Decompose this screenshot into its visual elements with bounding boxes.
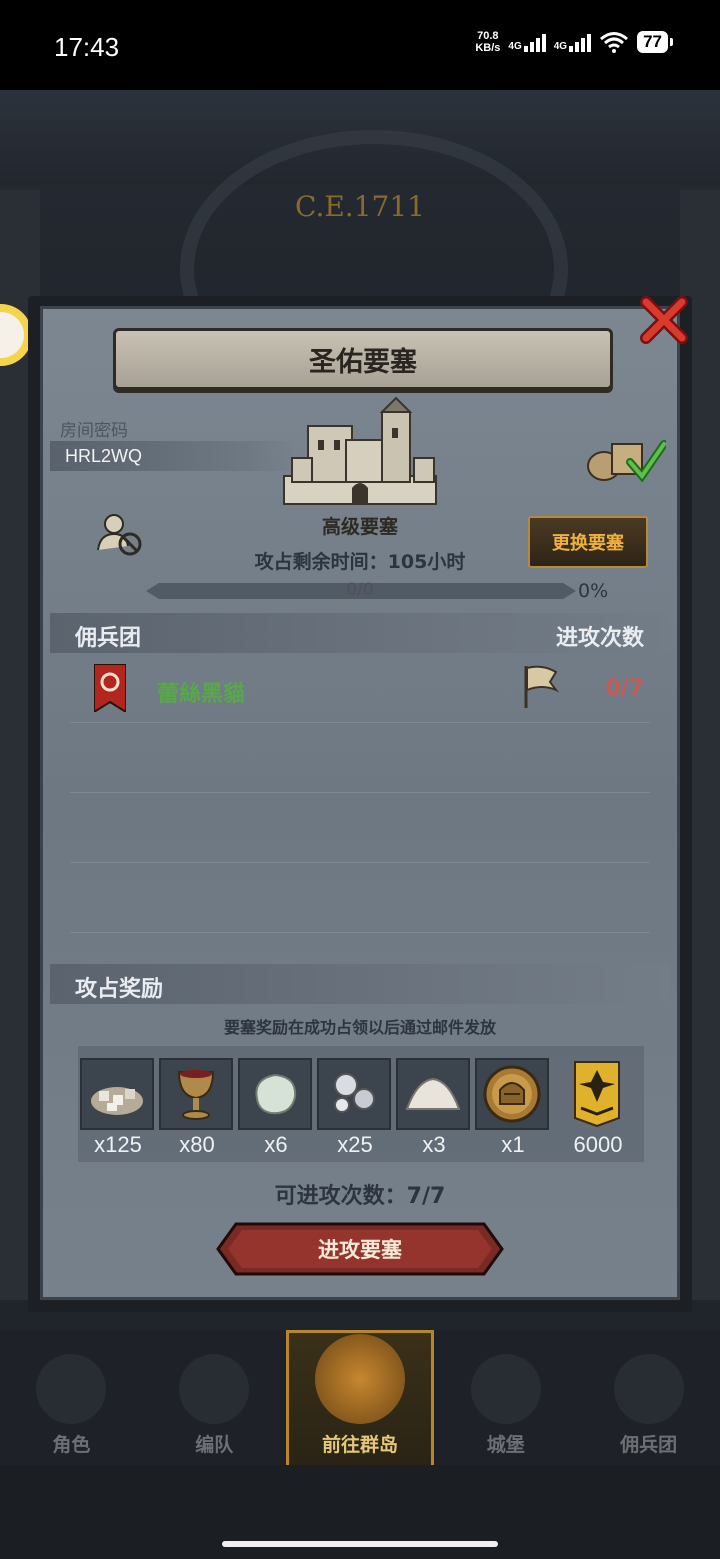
supply-check-icon[interactable] <box>584 432 666 484</box>
reward-guild-badge[interactable] <box>560 1058 634 1130</box>
guild-banner-icon <box>94 664 126 712</box>
signal-icon-2: 4G <box>554 32 592 52</box>
formation-icon <box>179 1354 250 1424</box>
reward-header: 攻占奖励 <box>75 977 164 1002</box>
nav-label: 佣兵团 <box>620 1434 678 1456</box>
silver-pearls-icon <box>334 1073 375 1113</box>
reward-qty: x1 <box>501 1132 525 1157</box>
reward-qty: 6000 <box>573 1132 623 1157</box>
status-bar: 17:43 70.8 KB/s 4G 4G 77 <box>0 0 720 90</box>
nav-label: 编队 <box>195 1434 234 1456</box>
nav-formation[interactable]: 编队 <box>143 1330 286 1465</box>
reward-gem[interactable] <box>238 1058 312 1130</box>
home-indicator[interactable] <box>222 1541 498 1547</box>
status-time: 17:43 <box>54 32 120 62</box>
close-icon <box>640 296 688 344</box>
nav-castle[interactable]: 城堡 <box>434 1330 577 1465</box>
title-plaque: 圣佑要塞 <box>113 328 613 390</box>
knight-helmet-medal-icon <box>483 1065 541 1123</box>
nav-label: 角色 <box>52 1434 91 1456</box>
reward-pearls[interactable] <box>317 1058 391 1130</box>
capture-progress-percent: 0% <box>578 580 609 602</box>
row-divider <box>70 862 650 863</box>
era-label: C.E.1711 <box>295 190 425 223</box>
remaining-time: 攻占剩余时间：105小时 <box>254 551 466 573</box>
reward-salt[interactable] <box>396 1058 470 1130</box>
attack-fortress-label: 进攻要塞 <box>318 1238 402 1262</box>
attack-count: 0/7 <box>605 676 644 701</box>
close-button[interactable] <box>636 292 692 348</box>
room-code: HRL2WQ <box>65 446 143 466</box>
mercenary-icon <box>613 1354 684 1424</box>
row-divider <box>70 722 650 723</box>
salt-pile-icon <box>405 1077 461 1110</box>
nav-mercenary[interactable]: 佣兵团 <box>577 1330 720 1465</box>
mercenary-header: 佣兵团 <box>75 626 142 651</box>
reward-qty: x125 <box>94 1132 142 1157</box>
attack-flag-icon <box>524 665 560 708</box>
room-code-label: 房间密码 <box>60 421 128 441</box>
reward-note: 要塞奖励在成功占领以后通过邮件发放 <box>223 1018 496 1037</box>
nav-character[interactable]: 角色 <box>0 1330 143 1465</box>
row-divider <box>70 932 650 933</box>
change-fortress-button[interactable]: 更换要塞 <box>528 516 648 568</box>
castle-icon <box>470 1354 541 1424</box>
fortress-icon <box>283 396 437 505</box>
signal-icon: 4G <box>508 32 546 52</box>
ore-pile-icon <box>91 1087 143 1115</box>
guild-rank-badge-icon <box>574 1061 620 1128</box>
character-icon <box>36 1354 107 1424</box>
reward-ore[interactable] <box>80 1058 154 1130</box>
nav-islands[interactable]: 前往群岛 <box>285 1330 435 1465</box>
status-indicators: 70.8 KB/s 4G 4G 77 <box>475 30 673 54</box>
row-divider <box>70 792 650 793</box>
guild-name: 蕾絲黑貓 <box>157 682 246 707</box>
capture-progress-text: 0/0 <box>346 580 374 600</box>
nav-label: 前往群岛 <box>321 1434 398 1456</box>
user-block-icon[interactable] <box>96 512 144 556</box>
goblet-icon <box>177 1070 215 1120</box>
islands-icon <box>314 1334 405 1424</box>
battery-indicator: 77 <box>637 31 673 53</box>
pale-gem-icon <box>255 1073 297 1115</box>
nav-label: 城堡 <box>486 1434 525 1456</box>
fortress-name: 高级要塞 <box>321 516 398 538</box>
reward-qty: x25 <box>337 1132 373 1157</box>
attacks-left: 可进攻次数：7/7 <box>274 1184 446 1209</box>
reward-goblet[interactable] <box>159 1058 233 1130</box>
reward-helmet-medal[interactable] <box>475 1058 549 1130</box>
attack-fortress-button[interactable]: 进攻要塞 <box>216 1222 504 1276</box>
reward-qty: x3 <box>422 1132 446 1157</box>
attack-count-header: 进攻次数 <box>555 626 644 651</box>
network-speed: 70.8 KB/s <box>475 30 501 54</box>
reward-qty: x6 <box>264 1132 288 1157</box>
wifi-icon <box>600 32 629 53</box>
dialog-title: 圣佑要塞 <box>309 346 417 378</box>
reward-qty: x80 <box>179 1132 215 1157</box>
bottom-nav: 角色 编队 前往群岛 城堡 佣兵团 <box>0 1330 720 1465</box>
change-fortress-label: 更换要塞 <box>552 533 624 554</box>
